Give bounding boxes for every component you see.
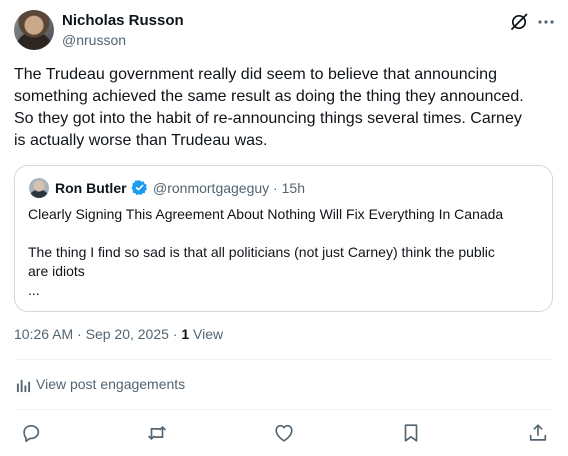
- post-text: The Trudeau government really did seem t…: [14, 64, 554, 152]
- share-button[interactable]: [527, 422, 549, 444]
- repost-icon: [147, 426, 167, 440]
- verified-badge-icon: [131, 179, 148, 196]
- like-icon: [275, 424, 293, 442]
- post-timestamp: 10:26 AM · Sep 20, 2025 · 1 View: [14, 326, 223, 342]
- reply-icon: [23, 425, 40, 442]
- post-text-line: is actually worse than Trudeau was.: [14, 132, 268, 149]
- engagements-label[interactable]: View post engagements: [36, 376, 185, 392]
- author-name[interactable]: Nicholas Russon: [62, 12, 184, 29]
- author-handle[interactable]: @nrusson: [62, 32, 126, 48]
- views-count: 1: [181, 326, 190, 342]
- meta-separator: ·: [269, 180, 282, 196]
- meta-separator: ·: [168, 326, 182, 342]
- post-text-line: The Trudeau government really did seem t…: [14, 66, 497, 83]
- post-time[interactable]: 10:26 AM: [14, 326, 73, 342]
- quote-author-meta: @ronmortgageguy · 15h: [153, 180, 305, 196]
- divider: [14, 359, 553, 360]
- quote-author-avatar[interactable]: [29, 178, 49, 198]
- grok-icon[interactable]: [509, 12, 529, 32]
- repost-button[interactable]: [146, 422, 168, 444]
- like-button[interactable]: [273, 422, 295, 444]
- quote-author-name[interactable]: Ron Butler: [55, 180, 127, 196]
- reply-button[interactable]: [20, 422, 42, 444]
- more-icon[interactable]: [536, 12, 556, 32]
- quote-ellipsis: ...: [28, 282, 40, 298]
- bookmark-button[interactable]: [400, 422, 422, 444]
- quote-text-line: The thing I find so sad is that all poli…: [28, 244, 495, 260]
- share-icon: [529, 424, 547, 441]
- views-label: View: [193, 326, 224, 342]
- analytics-icon: [16, 379, 31, 393]
- post-text-line: So they got into the habit of re-announc…: [14, 110, 522, 127]
- post-date[interactable]: Sep 20, 2025: [86, 326, 169, 342]
- meta-separator: ·: [73, 326, 86, 342]
- quote-age[interactable]: 15h: [282, 180, 305, 196]
- divider: [14, 409, 553, 410]
- bookmark-icon: [404, 424, 418, 442]
- quote-author-handle[interactable]: @ronmortgageguy: [153, 180, 269, 196]
- post-text-line: something achieved the same result as do…: [14, 88, 524, 105]
- quote-text-line: Clearly Signing This Agreement About Not…: [28, 206, 504, 222]
- author-avatar[interactable]: [14, 10, 54, 50]
- quoted-post[interactable]: Ron Butler @ronmortgageguy · 15h Clearly…: [14, 165, 553, 312]
- quote-text-line: are idiots: [28, 263, 85, 279]
